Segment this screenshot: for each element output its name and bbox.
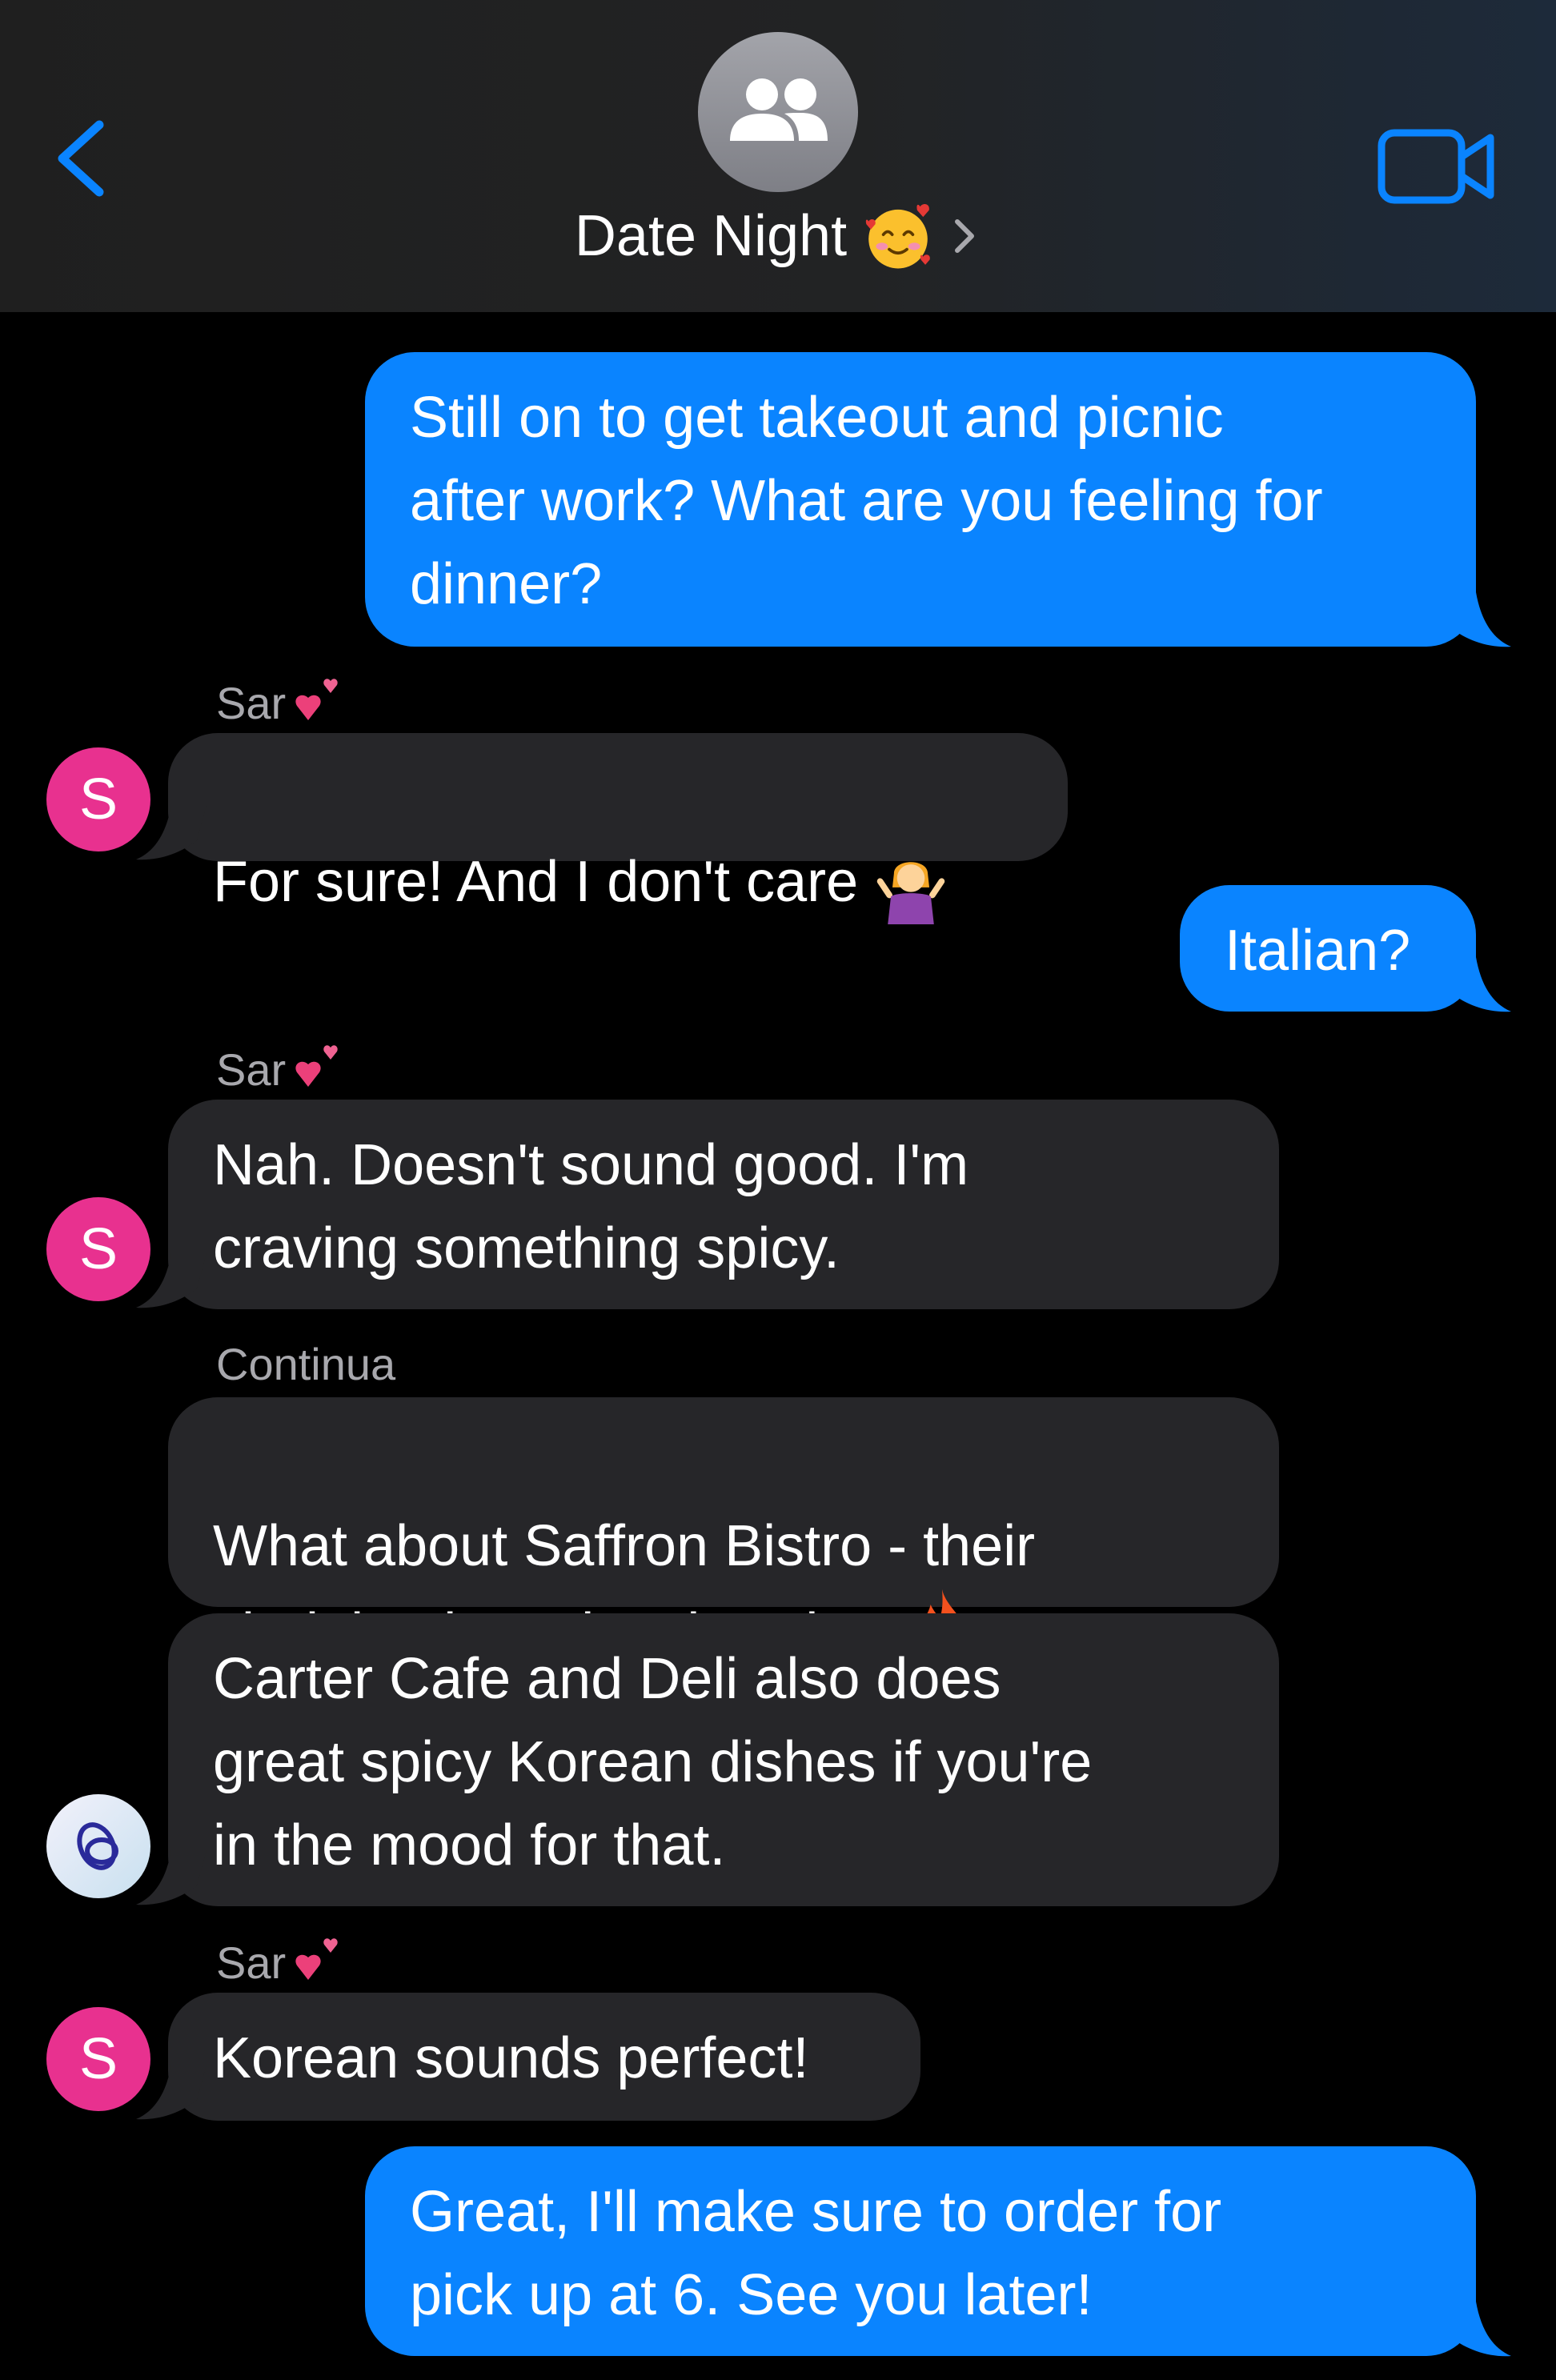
- outgoing-message[interactable]: Italian?: [1180, 885, 1476, 1012]
- sender-name: Continua: [216, 1339, 396, 1389]
- sender-name: Sar: [216, 1040, 345, 1098]
- incoming-message[interactable]: What about Saffron Bistro - their vindal…: [168, 1397, 1279, 1666]
- outgoing-bubble-tail: [1441, 592, 1511, 647]
- outgoing-message[interactable]: Great, I'll make sure to order for pick …: [365, 2146, 1476, 2356]
- video-call-button[interactable]: [1377, 126, 1497, 206]
- continua-logo-icon: [77, 1822, 118, 1870]
- conversation-title-text: Date Night: [574, 204, 848, 268]
- sender-name: Sar: [216, 1933, 345, 1991]
- two-hearts-icon: [295, 679, 338, 720]
- incoming-message[interactable]: Nah. Doesn't sound good. I'm craving som…: [168, 1100, 1279, 1309]
- incoming-bubble-tail: [136, 2065, 207, 2120]
- chevron-right-icon: [955, 219, 975, 253]
- incoming-message[interactable]: For sure! And I don't care: [168, 733, 1068, 924]
- outgoing-message[interactable]: Still on to get takeout and picnic after…: [365, 352, 1476, 647]
- incoming-bubble-tail: [136, 805, 207, 860]
- back-button[interactable]: [50, 118, 114, 198]
- chevron-left-icon: [58, 120, 104, 197]
- group-avatar[interactable]: [698, 32, 858, 192]
- sender-name: Sar: [216, 674, 345, 731]
- message-text: For sure! And I don't care: [213, 850, 859, 914]
- people-icon: [730, 78, 828, 141]
- video-camera-icon: [1378, 129, 1494, 204]
- person-shrugging-icon: [876, 862, 945, 924]
- two-hearts-icon: [295, 1045, 338, 1087]
- conversation-header: Date Night: [0, 0, 1556, 312]
- smiling-face-with-hearts-icon: [865, 204, 930, 269]
- two-hearts-icon: [295, 1938, 338, 1980]
- incoming-message[interactable]: Carter Cafe and Deli also does great spi…: [168, 1613, 1279, 1906]
- incoming-message[interactable]: Korean sounds perfect!: [168, 1993, 920, 2121]
- conversation-title[interactable]: Date Night: [0, 200, 1556, 272]
- outgoing-bubble-tail: [1441, 957, 1511, 1012]
- incoming-bubble-tail: [136, 1850, 207, 1905]
- incoming-bubble-tail: [136, 1253, 207, 1308]
- outgoing-bubble-tail: [1441, 2302, 1511, 2357]
